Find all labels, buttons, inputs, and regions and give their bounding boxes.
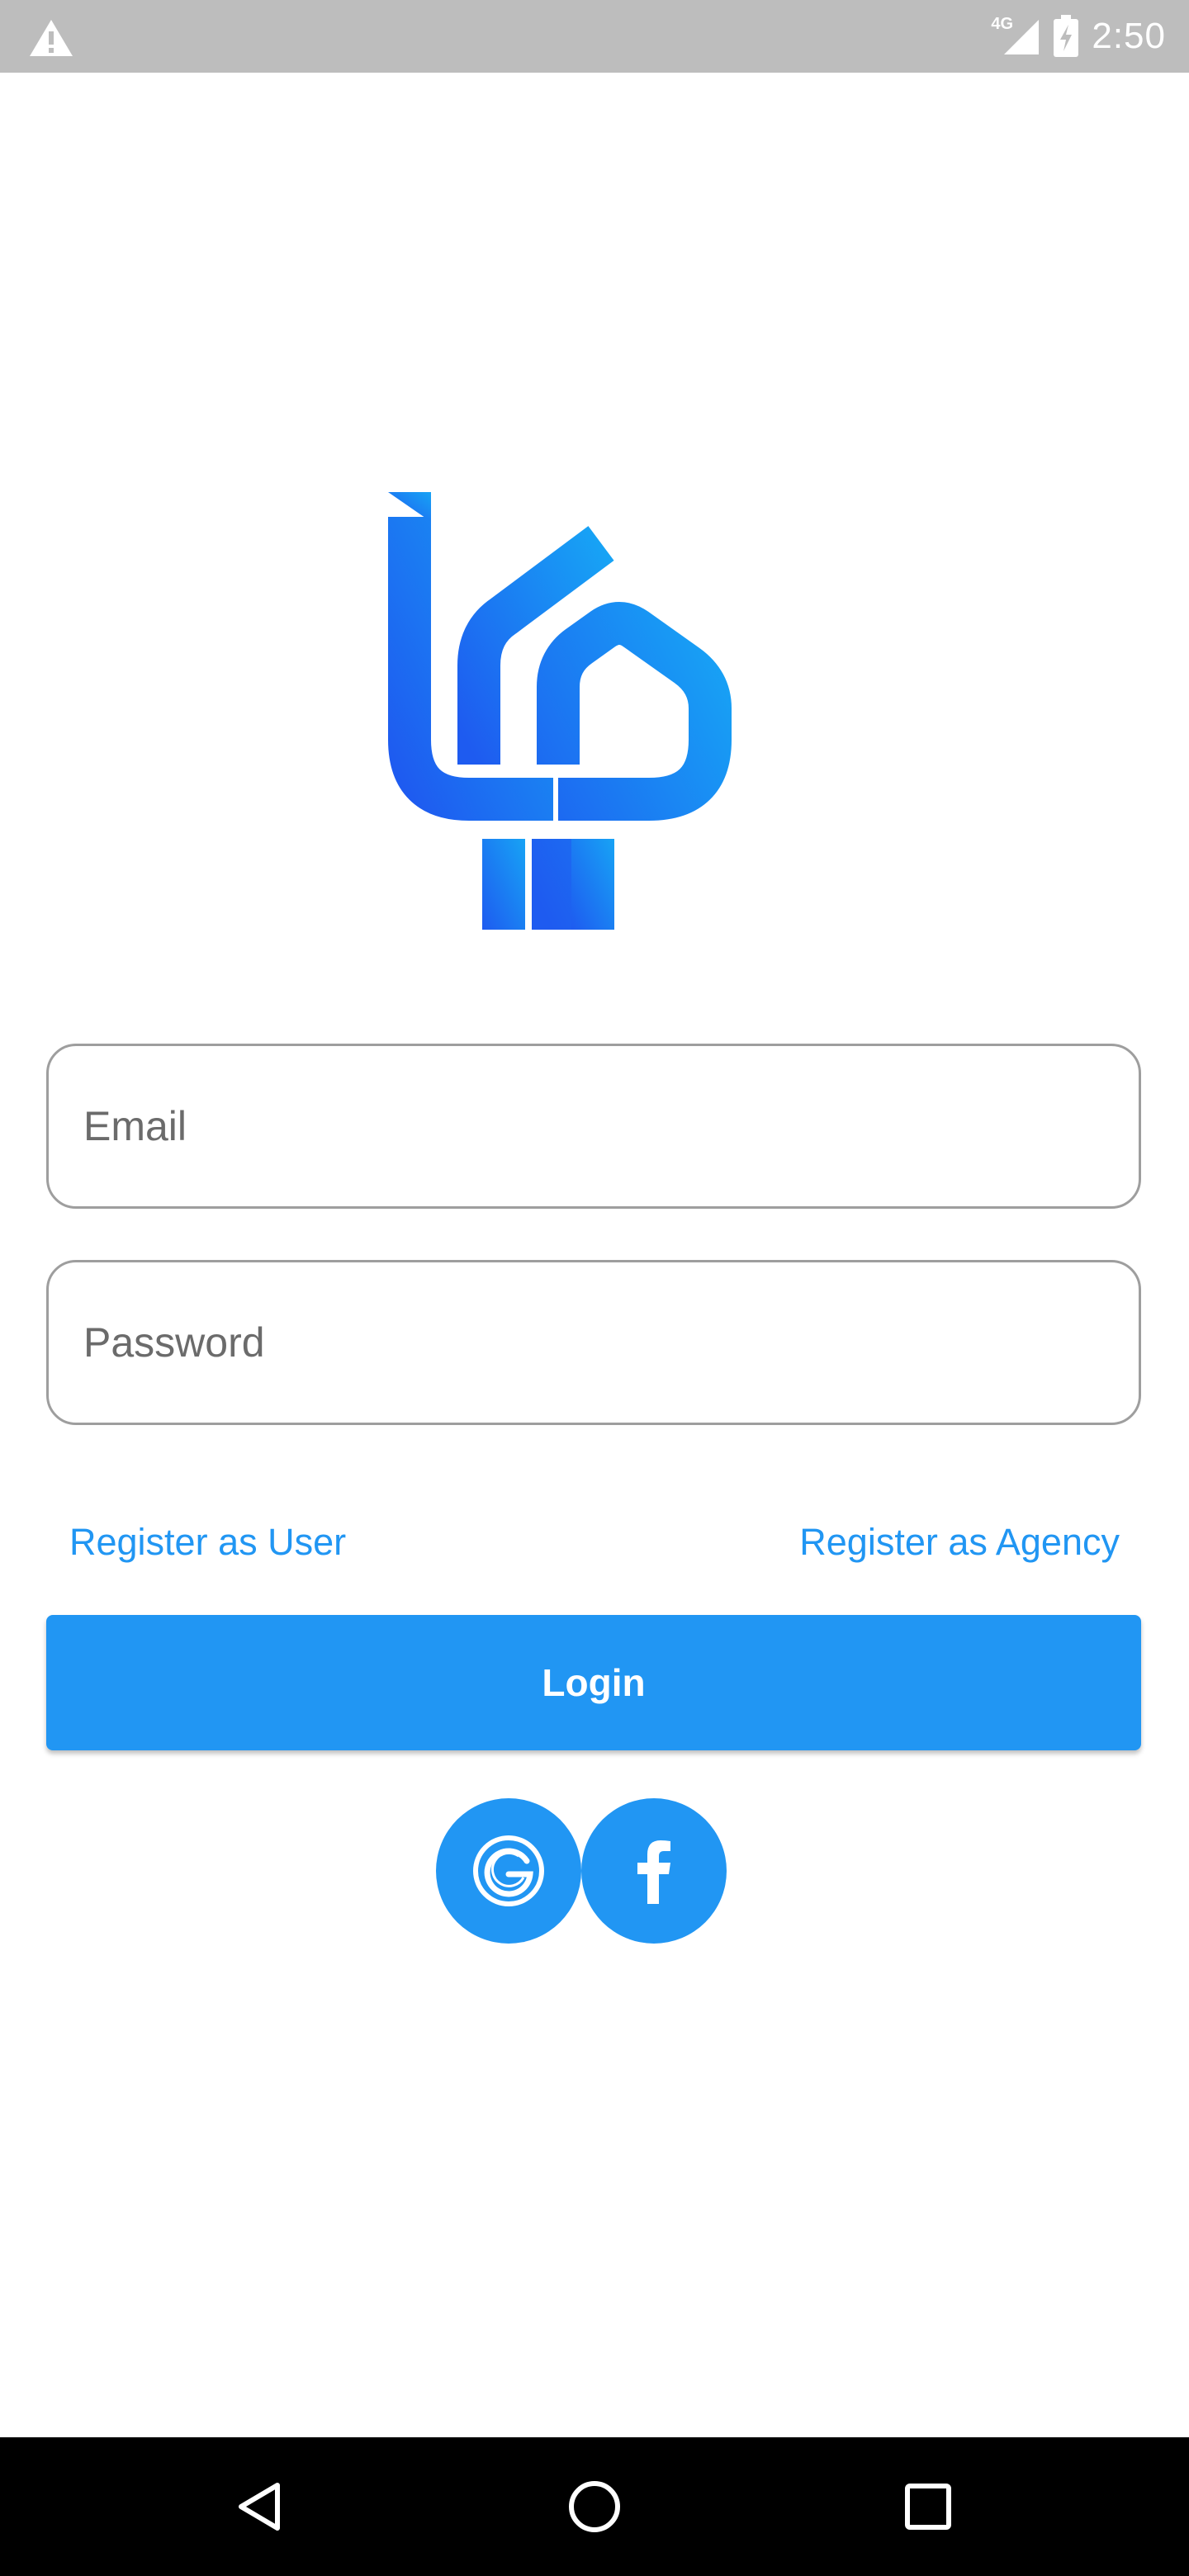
battery-charging-icon [1054, 15, 1079, 57]
status-bar: 4G 2:50 [0, 0, 1189, 73]
status-time: 2:50 [1092, 16, 1166, 56]
email-field[interactable] [46, 1044, 1141, 1209]
recents-button[interactable] [862, 2437, 994, 2576]
home-button[interactable] [528, 2437, 661, 2576]
warning-icon [30, 20, 73, 56]
navigation-bar [0, 2437, 1189, 2576]
recents-square-icon [905, 2484, 951, 2530]
signal-icon: 4G [991, 13, 1040, 59]
google-login-button[interactable] [436, 1798, 581, 1944]
home-circle-icon [569, 2481, 620, 2532]
register-agency-link[interactable]: Register as Agency [799, 1521, 1120, 1564]
house-logo-icon [388, 492, 732, 930]
email-input[interactable] [82, 1101, 1139, 1151]
facebook-icon [637, 1840, 670, 1904]
facebook-login-button[interactable] [581, 1798, 727, 1944]
password-input[interactable] [82, 1318, 1139, 1367]
status-bar-indicators: 4G 2:50 [991, 0, 1166, 73]
network-type-label: 4G [991, 15, 1014, 33]
google-icon [473, 1835, 544, 1906]
login-button[interactable]: Login [46, 1615, 1141, 1750]
password-field[interactable] [46, 1260, 1141, 1425]
back-button[interactable] [195, 2437, 327, 2576]
register-user-link[interactable]: Register as User [69, 1521, 346, 1564]
back-triangle-icon [239, 2483, 280, 2531]
